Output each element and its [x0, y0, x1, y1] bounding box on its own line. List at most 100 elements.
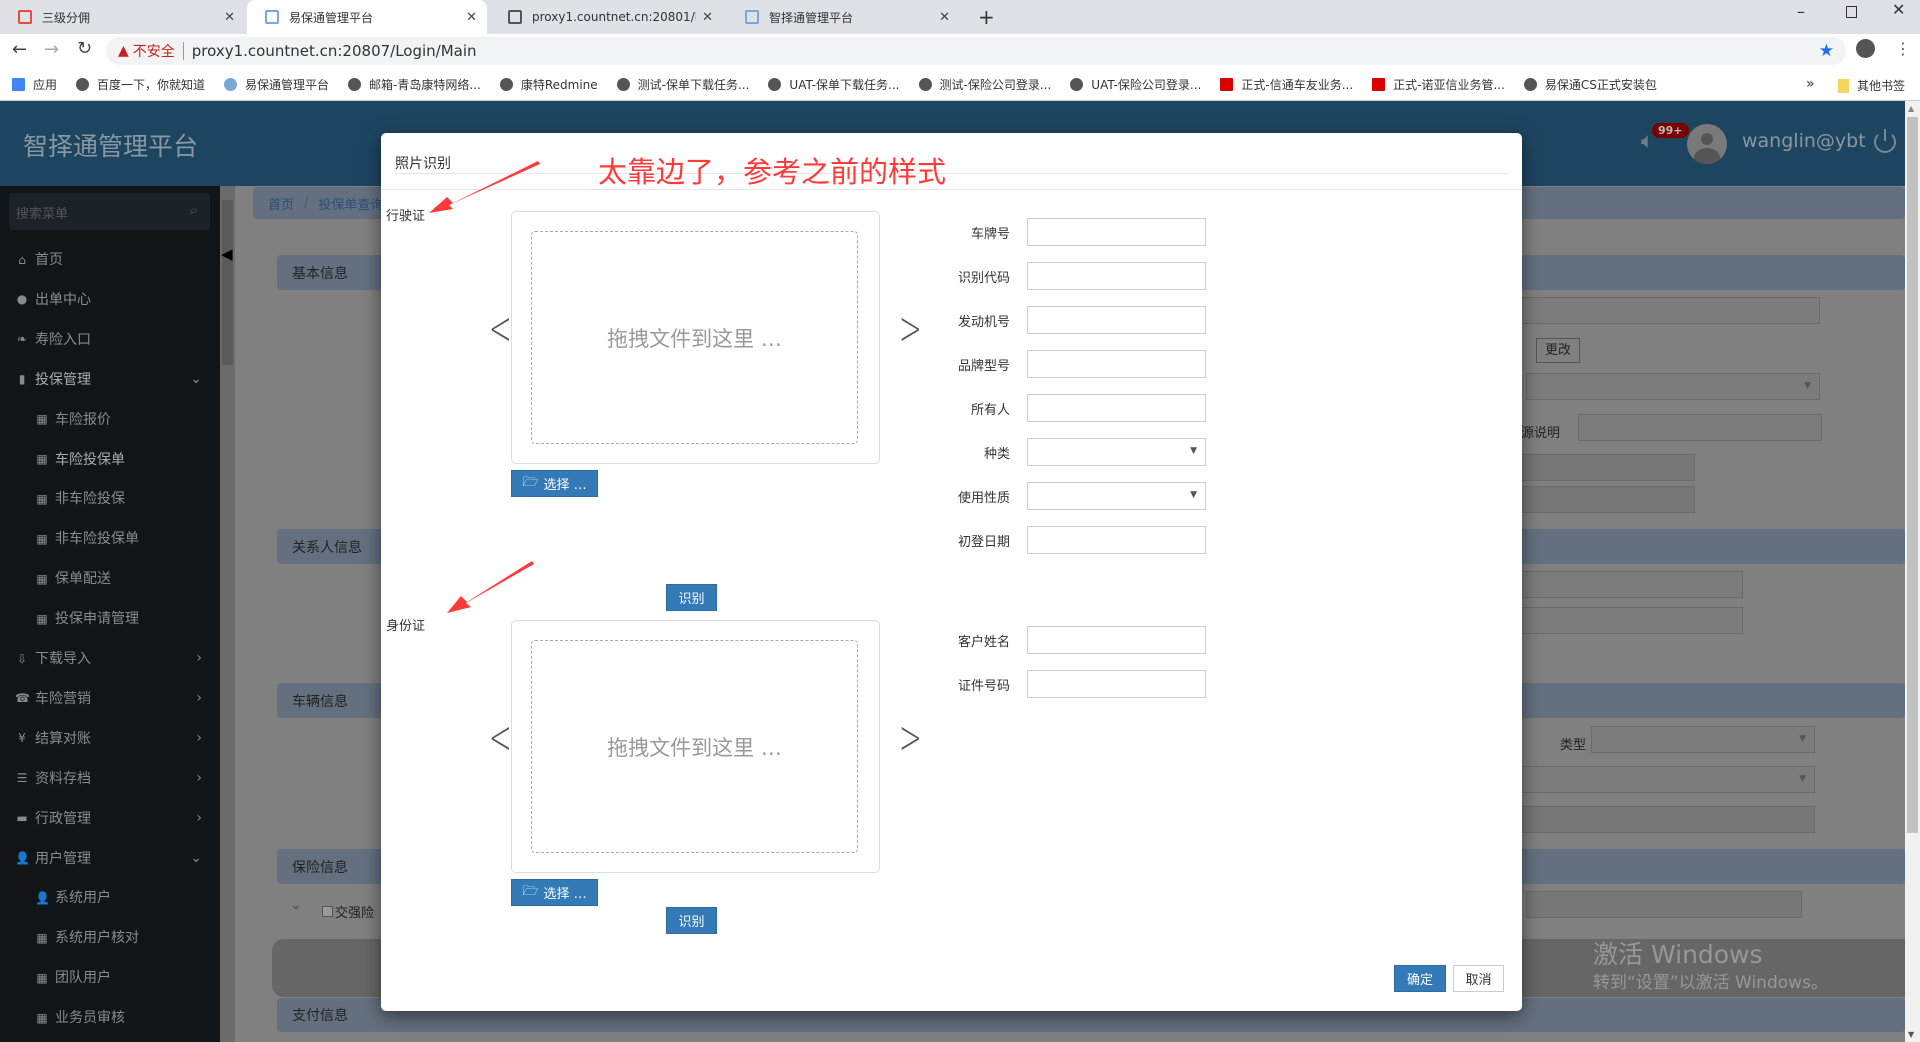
sidebar-item[interactable]: ¥ 结算对账 ›	[0, 723, 220, 753]
reload-icon[interactable]: ↻	[77, 38, 92, 59]
sidebar-item[interactable]: ▬ 行政管理 ›	[0, 803, 220, 833]
bookmark-item[interactable]: 百度一下，你就知道	[76, 76, 205, 93]
bg-input[interactable]	[1515, 486, 1695, 513]
close-tab-icon[interactable]: ✕	[224, 10, 235, 25]
bookmark-item[interactable]: UAT-保单下载任务...	[768, 76, 900, 93]
next-arrow-icon[interactable]: >	[899, 301, 922, 355]
omnibox[interactable]: ▲ 不安全 proxy1.countnet.cn:20807/Login/Mai…	[106, 37, 1846, 65]
license-recognize-button[interactable]: 识别	[666, 584, 717, 611]
close-tab-icon[interactable]: ✕	[702, 10, 713, 25]
avatar[interactable]	[1687, 124, 1727, 164]
field-input[interactable]	[1027, 526, 1206, 554]
field-select[interactable]	[1027, 438, 1206, 466]
collapse-sidebar-icon[interactable]: ◀	[221, 245, 233, 263]
field-input[interactable]	[1027, 218, 1206, 246]
page-scrollbar[interactable]: ▲ ▼	[1905, 101, 1920, 1042]
sidebar-item[interactable]: ▦ 车险报价	[0, 404, 220, 434]
browser-tab[interactable]: proxy1.countnet.cn:20801/ban ✕	[490, 0, 723, 34]
expand-icon[interactable]: ⌄	[290, 897, 302, 913]
sidebar-item[interactable]: 👤 用户管理 ⌄	[0, 843, 220, 873]
browser-tab[interactable]: 三级分佣 ✕	[0, 0, 245, 34]
field-input[interactable]	[1027, 626, 1206, 654]
url-text[interactable]: proxy1.countnet.cn:20807/Login/Main	[192, 42, 477, 60]
sidebar-item[interactable]: ☰ 资料存档 ›	[0, 763, 220, 793]
close-tab-icon[interactable]: ✕	[939, 10, 950, 25]
bookmark-item[interactable]: 测试-保险公司登录...	[918, 76, 1051, 93]
compulsory-checkbox[interactable]: 交强险	[322, 902, 374, 921]
sidebar-item[interactable]: ● 出单中心	[0, 284, 220, 314]
sidebar-item[interactable]: 👤 系统用户	[0, 882, 220, 912]
breadcrumb-home[interactable]: 首页	[268, 194, 294, 213]
sidebar-item[interactable]: ❧ 寿险入口	[0, 324, 220, 354]
sidebar-item[interactable]: ▦ 非车险投保单	[0, 523, 220, 553]
bookmark-item[interactable]: 邮箱-青岛康特网络...	[348, 76, 481, 93]
confirm-button[interactable]: 确定	[1394, 965, 1446, 992]
bg-input[interactable]	[1515, 806, 1815, 833]
sidebar-item[interactable]: ▦ 车险投保单	[0, 444, 220, 474]
prev-arrow-icon[interactable]: <	[489, 710, 512, 764]
bookmark-item[interactable]: 正式-诺亚信业务管...	[1372, 76, 1505, 93]
chevron-right-icon: ›	[196, 650, 202, 666]
back-icon[interactable]: ←	[12, 39, 27, 60]
menu-search-input[interactable]: 搜索菜单	[16, 203, 68, 222]
field-input[interactable]	[1027, 262, 1206, 290]
field-input[interactable]	[1027, 306, 1206, 334]
bookmark-item[interactable]: 易保通CS正式安装包	[1523, 76, 1657, 93]
sidebar-scrollbar[interactable]	[220, 186, 235, 1042]
username[interactable]: wanglin@ybt	[1742, 130, 1866, 152]
bookmark-item[interactable]: 正式-信通车友业务...	[1220, 76, 1353, 93]
minimize-button[interactable]: –	[1797, 2, 1805, 21]
bookmark-item[interactable]: 应用	[12, 76, 57, 93]
sidebar-item[interactable]: ☎ 车险营销 ›	[0, 683, 220, 713]
bookmark-item[interactable]: 康特Redmine	[499, 76, 598, 93]
sidebar-item[interactable]: ▦ 保单配送	[0, 563, 220, 593]
field-input[interactable]	[1027, 394, 1206, 422]
other-bookmarks[interactable]: 其他书签	[1838, 77, 1905, 94]
bg-input[interactable]	[1526, 891, 1802, 918]
idcard-drop-zone[interactable]: 拖拽文件到这里 …	[531, 640, 858, 853]
bookmarks-overflow-button[interactable]: »	[1806, 76, 1815, 92]
bookmark-item[interactable]: 测试-保单下载任务...	[616, 76, 749, 93]
sidebar-item[interactable]: ⌂ 首页	[0, 244, 220, 274]
sidebar-item[interactable]: ▦ 业务员审核	[0, 1002, 220, 1032]
bg-input[interactable]	[1515, 607, 1743, 634]
close-window-button[interactable]: ✕	[1892, 0, 1905, 19]
idcard-recognize-button[interactable]: 识别	[666, 907, 717, 934]
sidebar-item[interactable]: ▦ 非车险投保	[0, 483, 220, 513]
bg-select-type[interactable]	[1591, 726, 1815, 753]
bookmark-star-icon[interactable]: ★	[1819, 41, 1834, 61]
field-input[interactable]	[1027, 670, 1206, 698]
bookmark-item[interactable]: UAT-保险公司登录...	[1070, 76, 1201, 93]
sidebar-item-label: 投保申请管理	[55, 611, 139, 628]
bg-input[interactable]	[1515, 571, 1743, 598]
sidebar-item[interactable]: ▦ 投保申请管理	[0, 603, 220, 633]
maximize-button[interactable]	[1846, 6, 1857, 18]
bg-input[interactable]	[1578, 414, 1822, 441]
new-tab-button[interactable]: +	[978, 5, 995, 29]
idcard-choose-button[interactable]: 🗁 选择 …	[511, 879, 598, 906]
bg-select[interactable]	[1526, 373, 1820, 400]
change-button[interactable]: 更改	[1536, 338, 1580, 363]
menu-search-box[interactable]: 搜索菜单 ⌕	[9, 193, 210, 230]
page-scroll-thumb[interactable]	[1907, 117, 1918, 833]
bg-select[interactable]	[1515, 766, 1815, 793]
next-arrow-icon[interactable]: >	[899, 710, 922, 764]
cancel-button[interactable]: 取消	[1453, 965, 1504, 992]
forward-icon[interactable]: →	[44, 39, 59, 60]
sidebar-scroll-thumb[interactable]	[222, 200, 233, 365]
bg-input[interactable]	[1515, 297, 1820, 324]
field-select[interactable]	[1027, 482, 1206, 510]
close-tab-icon[interactable]: ✕	[466, 10, 477, 25]
search-icon[interactable]: ⌕	[190, 201, 198, 219]
profile-icon[interactable]	[1856, 39, 1875, 58]
menu-icon[interactable]: ⋮	[1895, 39, 1911, 58]
sidebar-item[interactable]: ▦ 系统用户核对	[0, 922, 220, 952]
sidebar-item[interactable]: ▮ 投保管理 ⌄	[0, 364, 220, 394]
sidebar-item[interactable]: ⇩ 下载导入 ›	[0, 643, 220, 673]
browser-tab[interactable]: 易保通管理平台 ✕	[247, 0, 487, 34]
bookmark-item[interactable]: 易保通管理平台	[224, 76, 329, 93]
field-input[interactable]	[1027, 350, 1206, 378]
bg-input[interactable]	[1515, 454, 1695, 481]
browser-tab[interactable]: 智择通管理平台 ✕	[727, 0, 960, 34]
sidebar-item[interactable]: ▦ 团队用户	[0, 962, 220, 992]
